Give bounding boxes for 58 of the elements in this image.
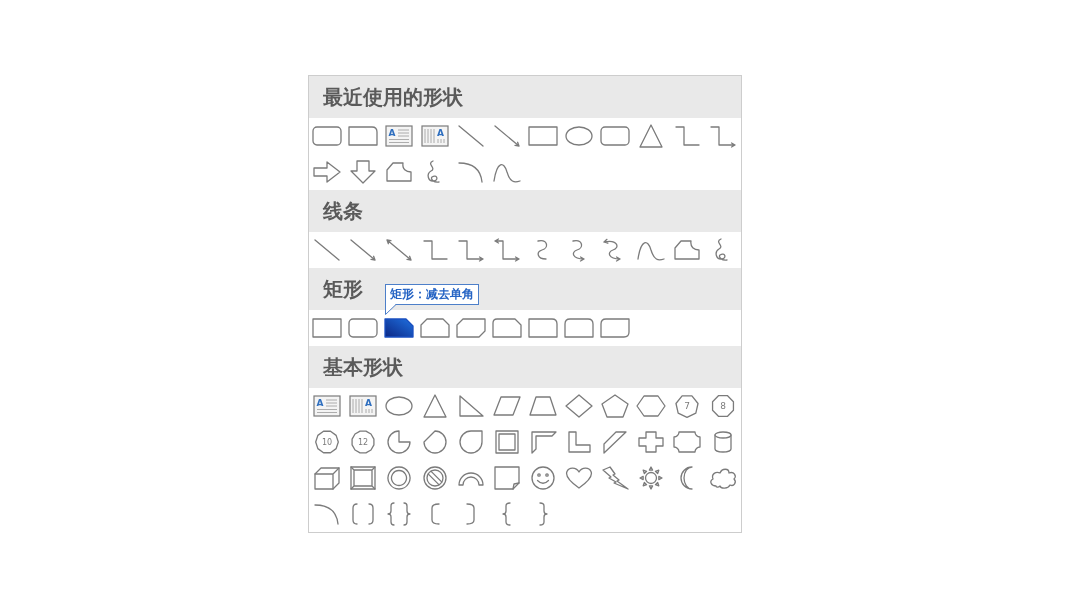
section-header: 最近使用的形状 <box>309 76 741 118</box>
elbow-arrow-icon[interactable] <box>456 238 486 262</box>
elbow-double-arrow-icon[interactable] <box>492 238 522 262</box>
rounded-rectangle-icon[interactable] <box>348 316 378 340</box>
text-box-icon[interactable]: A <box>312 394 342 418</box>
no-symbol-icon[interactable] <box>420 466 450 490</box>
double-arrow-line-icon[interactable] <box>384 238 414 262</box>
arc-icon[interactable] <box>456 160 486 184</box>
frame-icon[interactable] <box>492 430 522 454</box>
rectangle-icon[interactable] <box>528 124 558 148</box>
chord-icon[interactable] <box>420 430 450 454</box>
bevel-icon[interactable] <box>348 466 378 490</box>
text-box-icon[interactable]: A <box>384 124 414 148</box>
freeform-shape-icon[interactable] <box>672 238 702 262</box>
rounded-rectangle-icon[interactable] <box>312 124 342 148</box>
cloud-icon[interactable] <box>708 466 738 490</box>
lightning-icon[interactable] <box>600 466 630 490</box>
parallelogram-icon[interactable] <box>492 394 522 418</box>
smiley-icon[interactable] <box>528 466 558 490</box>
section-header: 基本形状 <box>309 346 741 388</box>
ellipse-icon[interactable] <box>564 124 594 148</box>
half-frame-icon[interactable] <box>528 430 558 454</box>
ellipse-icon[interactable] <box>384 394 414 418</box>
teardrop-icon[interactable] <box>456 430 486 454</box>
round-corner-rectangle-icon[interactable] <box>348 124 378 148</box>
tooltip-pointer-icon <box>385 304 397 315</box>
arrow-line-icon[interactable] <box>492 124 522 148</box>
line-icon[interactable] <box>456 124 486 148</box>
freeform-shape-icon[interactable] <box>384 160 414 184</box>
pentagon-icon[interactable] <box>600 394 630 418</box>
round-corner-rectangle-icon[interactable] <box>528 316 558 340</box>
elbow-arrow-icon[interactable] <box>708 124 738 148</box>
rectangle-icon[interactable] <box>312 316 342 340</box>
diamond-icon[interactable] <box>564 394 594 418</box>
right-arrow-icon[interactable] <box>312 160 342 184</box>
rounded-rectangle-icon[interactable] <box>600 124 630 148</box>
section-header: 线条 <box>309 190 741 232</box>
plus-icon[interactable] <box>636 430 666 454</box>
plaque-icon[interactable] <box>672 430 702 454</box>
rounded-top-corners-rectangle-icon[interactable] <box>564 316 594 340</box>
folded-corner-icon[interactable] <box>492 466 522 490</box>
down-arrow-icon[interactable] <box>348 160 378 184</box>
hexagon-icon[interactable] <box>636 394 666 418</box>
line-icon[interactable] <box>312 238 342 262</box>
right-triangle-icon[interactable] <box>456 394 486 418</box>
arrow-line-icon[interactable] <box>348 238 378 262</box>
heart-icon[interactable] <box>564 466 594 490</box>
decagon-icon[interactable]: 10 <box>312 430 342 454</box>
trapezoid-icon[interactable] <box>528 394 558 418</box>
heptagon-icon[interactable]: 7 <box>672 394 702 418</box>
cube-icon[interactable] <box>312 466 342 490</box>
dodecagon-icon[interactable]: 12 <box>348 430 378 454</box>
donut-icon[interactable] <box>384 466 414 490</box>
rounded-diagonal-corners-rectangle-icon[interactable] <box>600 316 630 340</box>
pie-icon[interactable] <box>384 430 414 454</box>
vertical-text-box-icon[interactable]: A <box>420 124 450 148</box>
vertical-text-box-icon[interactable]: A <box>348 394 378 418</box>
arc-icon[interactable] <box>312 502 342 526</box>
